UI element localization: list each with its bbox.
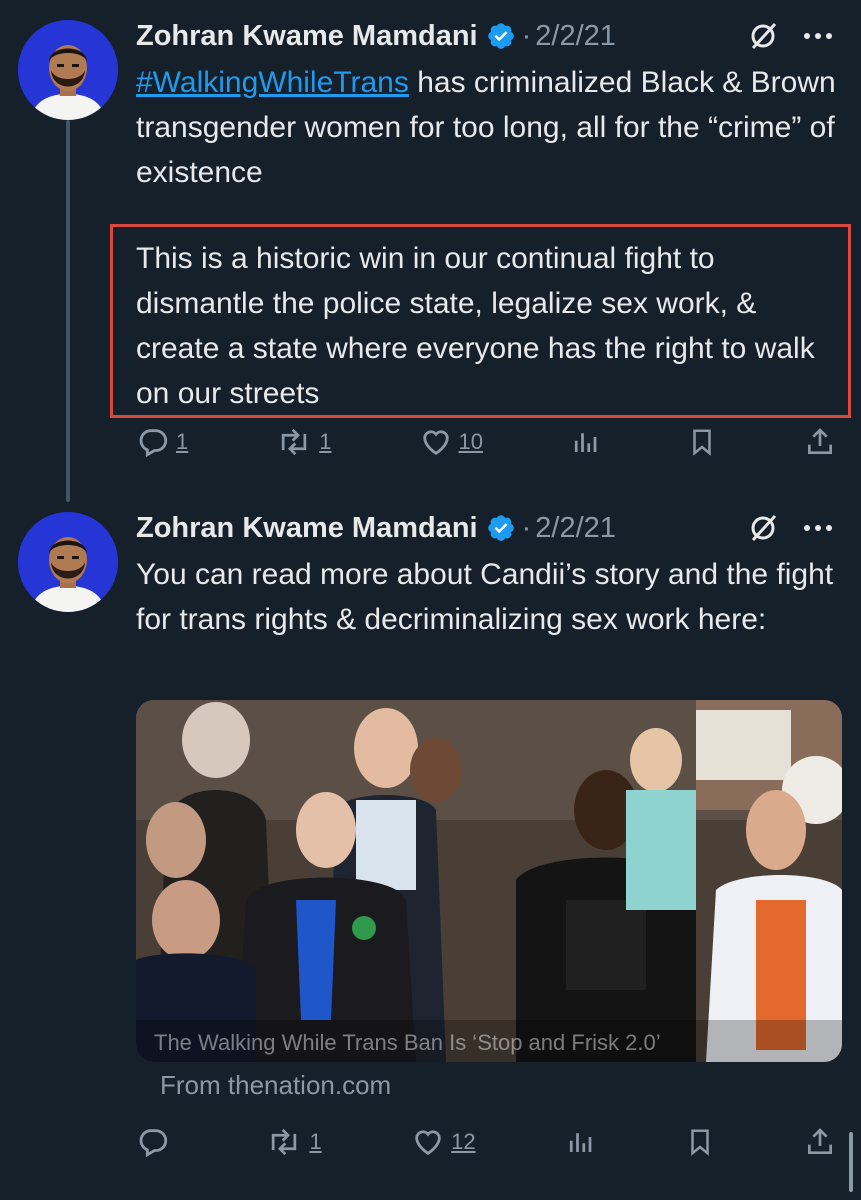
scrollbar[interactable] [849, 1132, 853, 1192]
bookmark-button[interactable] [685, 1125, 715, 1159]
more-icon[interactable] [803, 31, 833, 41]
reply-button[interactable]: 1 [136, 425, 188, 459]
tweet-body: #WalkingWhileTrans has criminalized Blac… [136, 60, 836, 195]
verified-badge-icon [486, 21, 516, 51]
link-card-image[interactable]: The Walking While Trans Ban Is ‘Stop and… [136, 700, 842, 1062]
bookmark-icon [685, 1125, 715, 1159]
tweet-header-actions [747, 16, 833, 56]
author-avatar[interactable] [18, 512, 118, 612]
tweet-actions: 1 1 10 [136, 422, 836, 462]
like-count: 10 [458, 429, 483, 454]
link-source[interactable]: From thenation.com [160, 1070, 391, 1101]
share-icon [804, 425, 836, 459]
reply-count: 1 [176, 429, 189, 454]
retweet-icon [265, 1125, 303, 1159]
tweet-text: You can read more about Candii’s story a… [136, 558, 834, 636]
more-icon[interactable] [803, 523, 833, 533]
author-name[interactable]: Zohran Kwame Mamdani [136, 512, 478, 545]
separator-dot: · [521, 19, 532, 52]
bookmark-icon [687, 425, 717, 459]
reply-button[interactable] [136, 1125, 176, 1159]
hashtag-link[interactable]: #WalkingWhileTrans [136, 66, 409, 99]
separator-dot: · [521, 511, 532, 544]
like-button[interactable]: 12 [411, 1125, 476, 1159]
timeline: Zohran Kwame Mamdani · 2/2/21 #WalkingWh… [0, 0, 861, 1200]
bookmark-button[interactable] [687, 425, 717, 459]
tweet-header-actions [747, 508, 833, 548]
author-avatar[interactable] [18, 20, 118, 120]
retweet-count: 1 [319, 429, 332, 454]
verified-badge-icon [486, 513, 516, 543]
tweet-header: Zohran Kwame Mamdani · 2/2/21 [136, 508, 616, 548]
like-button[interactable]: 10 [419, 425, 483, 459]
grok-icon[interactable] [747, 512, 779, 544]
views-button[interactable] [565, 1126, 595, 1158]
thread-connector-line [66, 120, 70, 502]
share-button[interactable] [804, 1125, 836, 1159]
retweet-button[interactable]: 1 [275, 425, 332, 459]
protest-photo [136, 700, 842, 1062]
views-icon [570, 426, 600, 458]
retweet-button[interactable]: 1 [265, 1125, 322, 1159]
share-icon [804, 1125, 836, 1159]
like-count: 12 [451, 1129, 476, 1154]
tweet-date[interactable]: 2/2/21 [535, 512, 616, 545]
tweet-date[interactable]: 2/2/21 [535, 20, 616, 53]
like-icon [411, 1125, 445, 1159]
author-name[interactable]: Zohran Kwame Mamdani [136, 20, 478, 53]
media-headline-overlay: The Walking While Trans Ban Is ‘Stop and… [154, 1030, 661, 1055]
like-icon [419, 425, 453, 459]
views-icon [565, 1126, 595, 1158]
retweet-count: 1 [309, 1129, 322, 1154]
tweet-highlighted-paragraph: This is a historic win in our continual … [136, 242, 815, 410]
reply-icon [136, 1125, 170, 1159]
share-button[interactable] [804, 425, 836, 459]
grok-icon[interactable] [747, 20, 779, 52]
tweet-actions: 1 12 [136, 1122, 836, 1162]
tweet-header: Zohran Kwame Mamdani · 2/2/21 [136, 16, 616, 56]
views-button[interactable] [570, 426, 600, 458]
reply-icon [136, 425, 170, 459]
retweet-icon [275, 425, 313, 459]
